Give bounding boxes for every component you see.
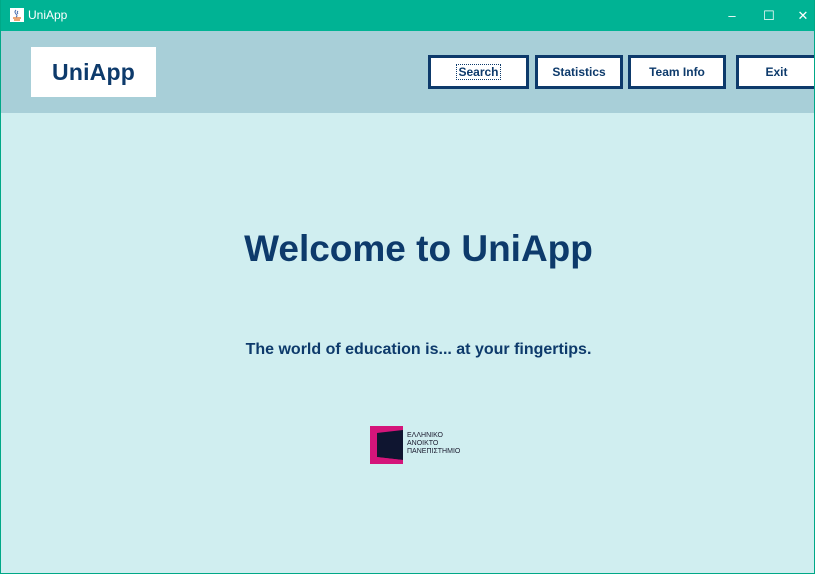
- close-icon: ✕: [797, 7, 809, 23]
- exit-button[interactable]: Exit: [736, 55, 814, 89]
- app-window: UniApp – ☐ ✕ UniApp Search Statistics Te…: [0, 0, 815, 574]
- maximize-button[interactable]: ☐: [752, 0, 786, 31]
- minimize-button[interactable]: –: [715, 0, 749, 31]
- university-logo: ΕΛΛΗΝΙΚΟ ΑΝΟΙΚΤΟ ΠΑΝΕΠΙΣΤΗΜΙΟ: [369, 425, 479, 465]
- team-info-button-label: Team Info: [649, 65, 705, 79]
- statistics-button[interactable]: Statistics: [535, 55, 623, 89]
- title-bar[interactable]: UniApp – ☐ ✕: [1, 0, 814, 31]
- search-button-label: Search: [456, 64, 501, 80]
- university-logo-line: ΕΛΛΗΝΙΚΟ: [407, 432, 443, 439]
- team-info-button[interactable]: Team Info: [628, 55, 726, 89]
- statistics-button-label: Statistics: [552, 65, 606, 79]
- header-bar: UniApp Search Statistics Team Info Exit: [1, 31, 814, 113]
- university-logo-line: ΠΑΝΕΠΙΣΤΗΜΙΟ: [407, 448, 461, 455]
- university-logo-text: ΕΛΛΗΝΙΚΟ ΑΝΟΙΚΤΟ ΠΑΝΕΠΙΣΤΗΜΙΟ: [407, 432, 460, 456]
- app-logo: UniApp: [31, 47, 156, 97]
- minimize-icon: –: [728, 8, 736, 23]
- university-logo-line: ΑΝΟΙΚΤΟ: [407, 440, 439, 447]
- search-button[interactable]: Search: [428, 55, 529, 89]
- window-title: UniApp: [28, 8, 68, 22]
- java-app-icon: [10, 8, 24, 22]
- close-button[interactable]: ✕: [790, 0, 814, 31]
- welcome-heading: Welcome to UniApp: [244, 228, 593, 269]
- maximize-icon: ☐: [763, 7, 775, 23]
- tagline-text: The world of education is... at your fin…: [245, 341, 592, 358]
- university-logo-mark: [370, 426, 403, 464]
- exit-button-label: Exit: [765, 65, 788, 79]
- app-logo-text: UniApp: [52, 58, 135, 85]
